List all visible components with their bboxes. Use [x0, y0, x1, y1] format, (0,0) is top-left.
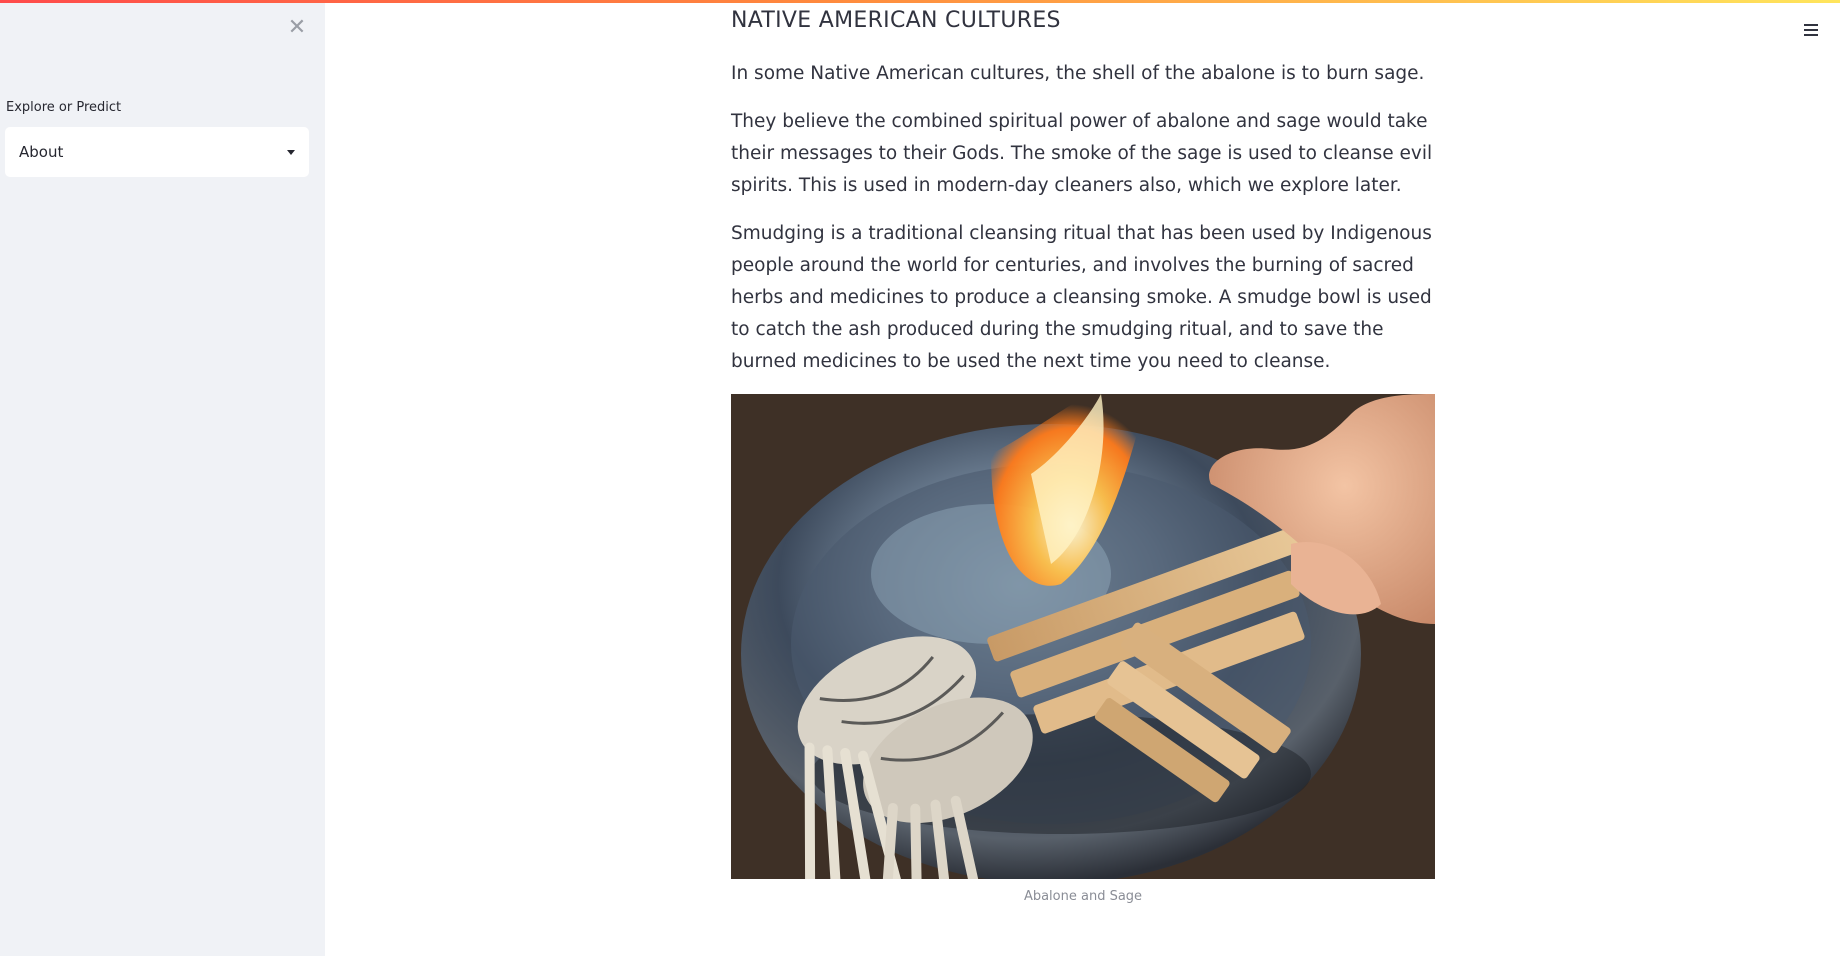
page-heading: NATIVE AMERICAN CULTURES [731, 8, 1061, 33]
paragraph: Smudging is a traditional cleansing ritu… [731, 223, 1432, 372]
image-caption: Abalone and Sage [1023, 889, 1143, 904]
sidebar: ✕ Explore or Predict About [0, 0, 325, 956]
hamburger-line [1804, 34, 1818, 36]
main-menu-button[interactable] [1798, 17, 1824, 43]
hamburger-menu-icon [1804, 24, 1818, 26]
select-label: Explore or Predict [6, 100, 122, 115]
explore-predict-select[interactable]: About [5, 127, 309, 177]
close-sidebar-button[interactable]: ✕ [284, 14, 310, 40]
chevron-down-icon [287, 149, 295, 155]
close-icon: ✕ [287, 14, 307, 40]
hamburger-line [1804, 29, 1818, 31]
paragraph: In some Native American cultures, the sh… [731, 63, 1425, 84]
paragraph: They believe the combined spiritual powe… [731, 111, 1433, 196]
select-value: About [19, 143, 64, 161]
top-decoration-bar [0, 0, 1840, 3]
abalone-sage-image [731, 394, 1435, 879]
